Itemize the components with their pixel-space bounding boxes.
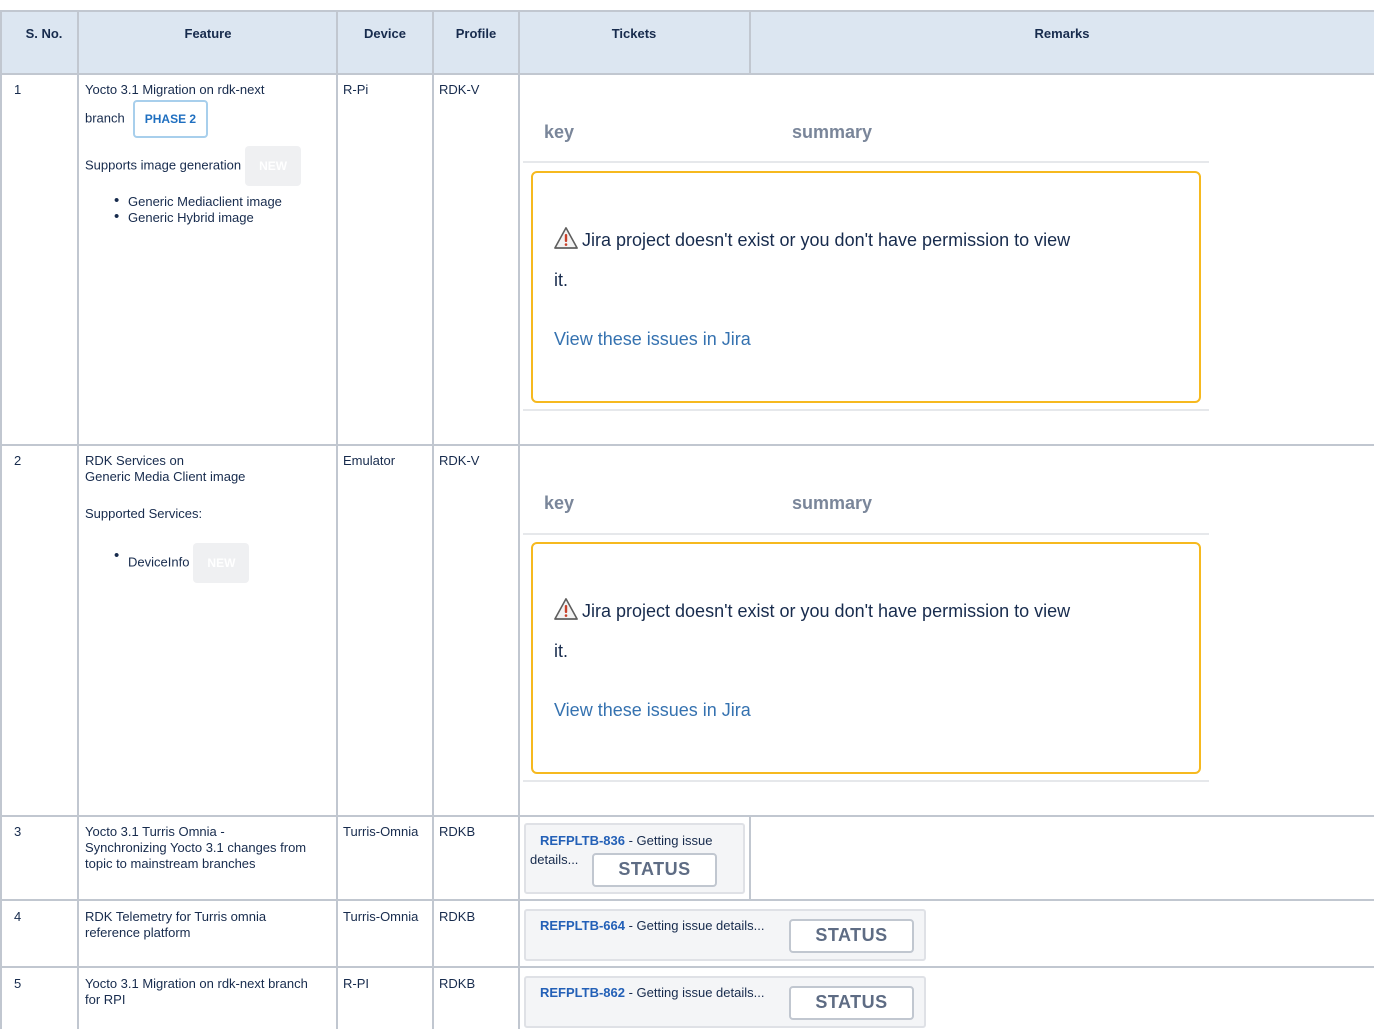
col-divider bbox=[749, 10, 751, 75]
row-divider bbox=[0, 966, 1374, 968]
row-2-device: Emulator bbox=[343, 453, 396, 468]
view-issues-in-jira-link[interactable]: View these issues in Jira bbox=[554, 700, 751, 721]
ticket-key-link[interactable]: REFPLTB-664 bbox=[540, 918, 625, 933]
row-3-feature-line2: Synchronizing Yocto 3.1 changes from bbox=[85, 840, 307, 855]
row-1-bullet-list: Generic Mediaclient image Generic Hybrid… bbox=[114, 193, 282, 226]
ticket-key-link[interactable]: REFPLTB-836 bbox=[540, 833, 625, 848]
row-2-feature-line2: Generic Media Client image bbox=[85, 469, 246, 484]
jira-col-key: key bbox=[544, 122, 575, 142]
row-5-number: 5 bbox=[14, 976, 22, 991]
list-item: DeviceInfoNEW bbox=[114, 542, 250, 583]
jira-error-line2: it. bbox=[554, 641, 569, 661]
row-1-device: R-Pi bbox=[343, 82, 369, 97]
jira-col-key: key bbox=[544, 493, 575, 513]
phase-2-lozenge: PHASE 2 bbox=[132, 100, 209, 138]
list-item: Generic Hybrid image bbox=[114, 209, 282, 226]
row-2-bullet-list: DeviceInfoNEW bbox=[114, 542, 250, 583]
row-4-number: 4 bbox=[14, 909, 22, 924]
header-tickets: Tickets bbox=[611, 26, 657, 41]
row-divider bbox=[0, 899, 1374, 901]
jira-footer-divider bbox=[523, 780, 1209, 782]
col-divider bbox=[77, 10, 79, 1029]
row-2-profile: RDK-V bbox=[439, 453, 480, 468]
jira-header-divider bbox=[523, 533, 1209, 535]
jira-error-message: Jira project doesn't exist or you don't … bbox=[554, 220, 1070, 260]
header-remarks: Remarks bbox=[1034, 26, 1090, 41]
status-button[interactable]: STATUS bbox=[789, 986, 914, 1020]
ticket-summary-text: - Getting issue bbox=[625, 833, 713, 848]
jira-col-summary: summary bbox=[792, 493, 873, 513]
col-divider bbox=[336, 10, 338, 1029]
jira-header-divider bbox=[523, 161, 1209, 163]
row-1-supports: Supports image generation NEW bbox=[85, 146, 302, 186]
header-device: Device bbox=[364, 26, 406, 41]
jira-error-line2: it. bbox=[554, 270, 569, 290]
row-5-device: R-PI bbox=[343, 976, 369, 991]
ticket-summary: REFPLTB-862 - Getting issue details... bbox=[540, 983, 764, 1002]
row-2-supported-services: Supported Services: bbox=[85, 506, 203, 521]
header-sno: S. No. bbox=[25, 26, 63, 41]
row-4-feature-line2: reference platform bbox=[85, 925, 191, 940]
row-divider bbox=[0, 815, 1374, 817]
new-lozenge: NEW bbox=[245, 146, 302, 186]
col-divider bbox=[749, 815, 751, 901]
row-3-feature-line1: Yocto 3.1 Turris Omnia - bbox=[85, 824, 225, 839]
deviceinfo-item: DeviceInfo bbox=[128, 554, 190, 570]
row-4-feature-line1: RDK Telemetry for Turris omnia bbox=[85, 909, 267, 924]
row-5-feature-line2: for RPI bbox=[85, 992, 126, 1007]
col-divider bbox=[432, 10, 434, 1029]
header-feature: Feature bbox=[184, 26, 232, 41]
new-lozenge: NEW bbox=[193, 543, 250, 583]
row-5-feature-line1: Yocto 3.1 Migration on rdk-next branch bbox=[85, 976, 308, 991]
row-3-profile: RDKB bbox=[439, 824, 476, 839]
row-3-device: Turris-Omnia bbox=[343, 824, 419, 839]
jira-error-box bbox=[531, 171, 1201, 403]
jira-error-message: Jira project doesn't exist or you don't … bbox=[554, 591, 1070, 631]
feature-table: S. No. Feature Device Profile Tickets Re… bbox=[0, 0, 1374, 1029]
row-2-number: 2 bbox=[14, 453, 22, 468]
status-button[interactable]: STATUS bbox=[789, 919, 914, 953]
list-item: Generic Mediaclient image bbox=[114, 193, 282, 210]
row-1-feature-line1: Yocto 3.1 Migration on rdk-next bbox=[85, 82, 265, 97]
row-divider bbox=[0, 444, 1374, 446]
row-5-profile: RDKB bbox=[439, 976, 476, 991]
jira-error-box bbox=[531, 542, 1201, 774]
col-divider bbox=[0, 10, 2, 1029]
row-3-number: 3 bbox=[14, 824, 22, 839]
row-1-feature-branch: branch bbox=[85, 110, 125, 126]
ticket-summary-text: - Getting issue details... bbox=[625, 985, 765, 1000]
ticket-summary-text: - Getting issue details... bbox=[625, 918, 765, 933]
header-profile: Profile bbox=[455, 26, 497, 41]
row-2-feature-line1: RDK Services on bbox=[85, 453, 184, 468]
row-1-profile: RDK-V bbox=[439, 82, 480, 97]
ticket-summary-line1: REFPLTB-836 - Getting issue bbox=[540, 831, 712, 850]
jira-error-line1: Jira project doesn't exist or you don't … bbox=[582, 601, 1071, 621]
status-button[interactable]: STATUS bbox=[592, 853, 717, 887]
row-1-number: 1 bbox=[14, 82, 22, 97]
row-1-supports-text: Supports image generation bbox=[85, 157, 242, 173]
jira-footer-divider bbox=[523, 409, 1209, 411]
jira-col-summary: summary bbox=[792, 122, 873, 142]
warning-triangle-icon bbox=[554, 227, 578, 249]
ticket-summary: REFPLTB-664 - Getting issue details... bbox=[540, 916, 764, 935]
row-4-device: Turris-Omnia bbox=[343, 909, 419, 924]
row-4-profile: RDKB bbox=[439, 909, 476, 924]
row-3-feature-line3: topic to mainstream branches bbox=[85, 856, 256, 871]
jira-error-line1: Jira project doesn't exist or you don't … bbox=[582, 230, 1071, 250]
warning-triangle-icon bbox=[554, 598, 578, 620]
view-issues-in-jira-link[interactable]: View these issues in Jira bbox=[554, 329, 751, 350]
ticket-key-link[interactable]: REFPLTB-862 bbox=[540, 985, 625, 1000]
col-divider bbox=[518, 10, 520, 1029]
ticket-summary-line2: details... bbox=[530, 852, 579, 867]
row-1-feature-line2: branch PHASE 2 bbox=[85, 100, 209, 138]
